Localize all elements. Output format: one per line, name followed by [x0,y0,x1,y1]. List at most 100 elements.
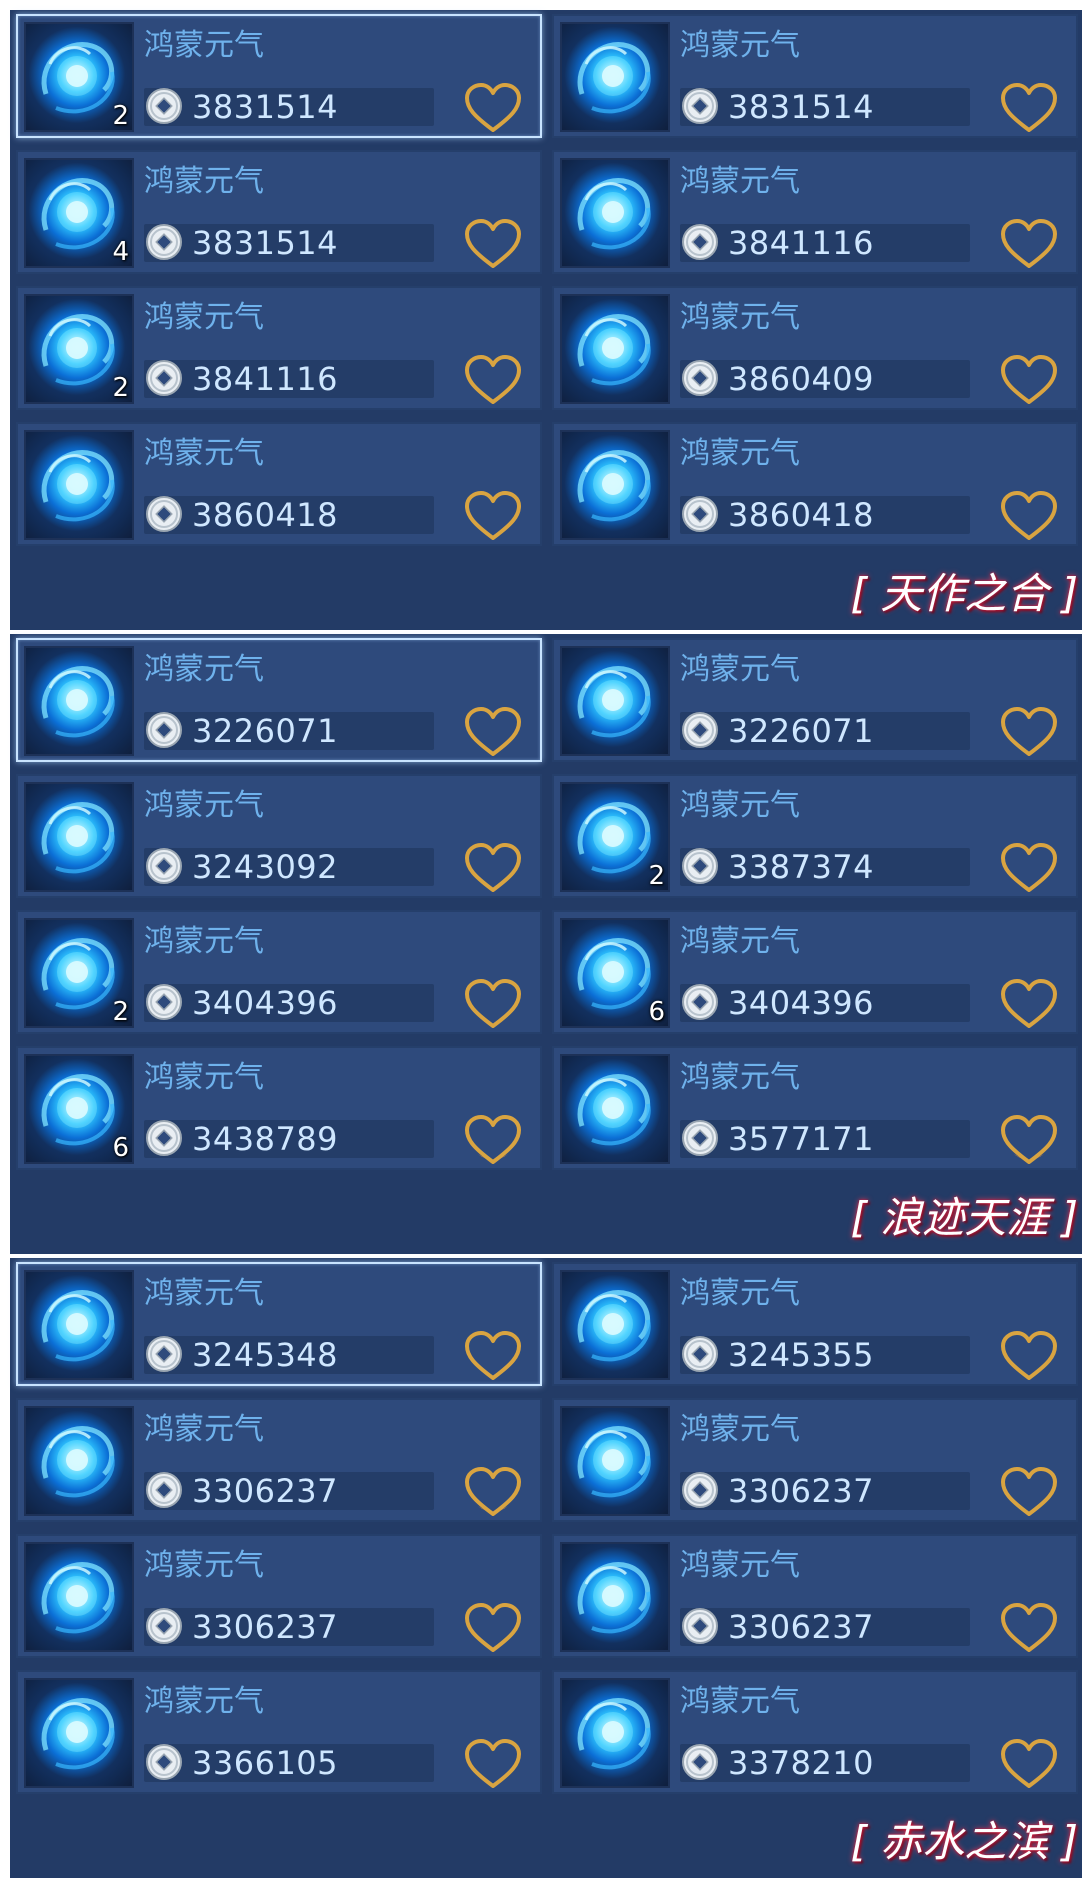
price-bar: 3831514 [144,88,434,126]
item-count: 4 [112,237,129,267]
item-card[interactable]: 鸿蒙元气 3226071 [552,638,1078,762]
item-card[interactable]: 鸿蒙元气 3226071 [16,638,542,762]
heart-icon[interactable] [1000,490,1058,542]
item-card[interactable]: 鸿蒙元气 3245348 [16,1262,542,1386]
silver-coin-icon [680,358,720,398]
market-panel: 鸿蒙元气 3245348 鸿蒙元气 3245355 鸿蒙元气 3306237 鸿蒙元气 330… [10,1258,1082,1878]
heart-icon[interactable] [464,1602,522,1654]
price-bar: 3438789 [144,1120,434,1158]
item-card[interactable]: 6 鸿蒙元气 3404396 [552,910,1078,1034]
heart-icon[interactable] [464,1330,522,1382]
heart-icon[interactable] [1000,218,1058,270]
heart-icon[interactable] [464,1738,522,1790]
item-name: 鸿蒙元气 [144,1060,264,1095]
item-price: 3860418 [192,496,339,534]
silver-coin-icon [144,358,184,398]
swirl-orb-icon [24,1270,134,1380]
heart-icon[interactable] [1000,1602,1058,1654]
item-card[interactable]: 鸿蒙元气 3860418 [16,422,542,546]
swirl-orb-icon: 2 [24,918,134,1028]
heart-icon[interactable] [1000,1738,1058,1790]
heart-icon[interactable] [1000,82,1058,134]
item-price: 3378210 [728,1744,875,1782]
silver-coin-icon [680,1334,720,1374]
item-name: 鸿蒙元气 [144,1276,264,1311]
heart-icon[interactable] [1000,1466,1058,1518]
heart-icon[interactable] [1000,978,1058,1030]
item-card[interactable]: 鸿蒙元气 3243092 [16,774,542,898]
heart-icon[interactable] [464,978,522,1030]
heart-icon[interactable] [1000,706,1058,758]
item-card[interactable]: 鸿蒙元气 3306237 [552,1398,1078,1522]
item-card[interactable]: 2 鸿蒙元气 3404396 [16,910,542,1034]
price-bar: 3831514 [680,88,970,126]
item-price: 3306237 [192,1608,339,1646]
swirl-orb-icon [560,1678,670,1788]
heart-icon[interactable] [464,1466,522,1518]
price-bar: 3245348 [144,1336,434,1374]
item-price: 3404396 [728,984,875,1022]
item-card[interactable]: 鸿蒙元气 3245355 [552,1262,1078,1386]
swirl-orb-icon [560,294,670,404]
heart-icon[interactable] [464,354,522,406]
item-card[interactable]: 6 鸿蒙元气 3438789 [16,1046,542,1170]
item-name: 鸿蒙元气 [680,1060,800,1095]
item-card[interactable]: 鸿蒙元气 3366105 [16,1670,542,1794]
item-card[interactable]: 鸿蒙元气 3831514 [552,14,1078,138]
item-grid: 鸿蒙元气 3226071 鸿蒙元气 3226071 鸿蒙元气 3243092 2 鸿蒙元气 33… [12,636,1080,1186]
swirl-orb-icon: 6 [560,918,670,1028]
item-count: 6 [648,997,665,1027]
item-price: 3306237 [192,1472,339,1510]
swirl-orb-icon: 4 [24,158,134,268]
item-price: 3306237 [728,1472,875,1510]
item-card[interactable]: 4 鸿蒙元气 3831514 [16,150,542,274]
item-card[interactable]: 鸿蒙元气 3577171 [552,1046,1078,1170]
swirl-orb-icon: 2 [24,294,134,404]
heart-icon[interactable] [1000,1330,1058,1382]
heart-icon[interactable] [464,706,522,758]
swirl-orb-icon [24,430,134,540]
silver-coin-icon [680,982,720,1022]
item-card[interactable]: 鸿蒙元气 3378210 [552,1670,1078,1794]
item-name: 鸿蒙元气 [680,1276,800,1311]
item-count: 2 [112,101,129,131]
heart-icon[interactable] [464,82,522,134]
price-bar: 3306237 [680,1472,970,1510]
item-card[interactable]: 2 鸿蒙元气 3831514 [16,14,542,138]
silver-coin-icon [144,222,184,262]
swirl-orb-icon [560,430,670,540]
silver-coin-icon [680,1606,720,1646]
item-price: 3860409 [728,360,875,398]
heart-icon[interactable] [464,1114,522,1166]
item-card[interactable]: 2 鸿蒙元气 3387374 [552,774,1078,898]
price-bar: 3366105 [144,1744,434,1782]
heart-icon[interactable] [1000,842,1058,894]
heart-icon[interactable] [1000,1114,1058,1166]
heart-icon[interactable] [464,842,522,894]
item-card[interactable]: 鸿蒙元气 3860409 [552,286,1078,410]
price-bar: 3245355 [680,1336,970,1374]
item-card[interactable]: 鸿蒙元气 3306237 [16,1534,542,1658]
item-name: 鸿蒙元气 [144,1684,264,1719]
item-card[interactable]: 鸿蒙元气 3306237 [552,1534,1078,1658]
item-card[interactable]: 鸿蒙元气 3306237 [16,1398,542,1522]
item-price: 3831514 [192,224,339,262]
item-name: 鸿蒙元气 [680,788,800,823]
server-name-tag: [ 浪迹天涯 ] [850,1193,1078,1242]
item-name: 鸿蒙元气 [144,924,264,959]
heart-icon[interactable] [464,218,522,270]
heart-icon[interactable] [1000,354,1058,406]
item-count: 2 [112,997,129,1027]
silver-coin-icon [144,494,184,534]
item-name: 鸿蒙元气 [680,28,800,63]
swirl-orb-icon [560,1406,670,1516]
server-name-tag: [ 天作之合 ] [850,569,1078,618]
item-name: 鸿蒙元气 [680,1684,800,1719]
heart-icon[interactable] [464,490,522,542]
item-card[interactable]: 鸿蒙元气 3860418 [552,422,1078,546]
swirl-orb-icon [560,158,670,268]
item-card[interactable]: 2 鸿蒙元气 3841116 [16,286,542,410]
item-card[interactable]: 鸿蒙元气 3841116 [552,150,1078,274]
item-count: 2 [648,861,665,891]
item-name: 鸿蒙元气 [680,436,800,471]
